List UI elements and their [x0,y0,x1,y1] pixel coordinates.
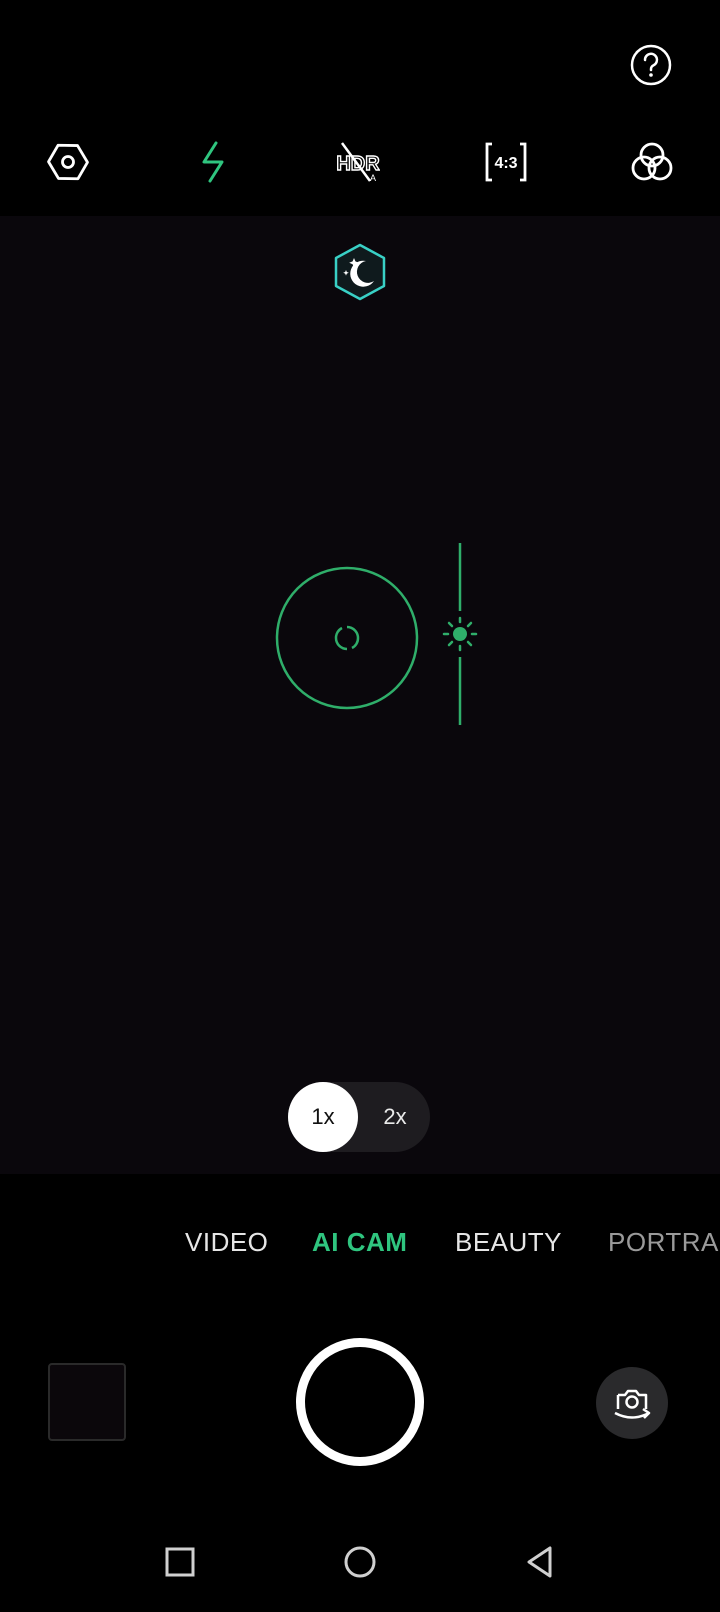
night-mode-icon[interactable] [333,243,387,301]
help-icon[interactable] [630,44,672,86]
exposure-slider-icon[interactable] [440,543,480,725]
aspect-ratio-icon[interactable]: 4:3 [484,140,528,184]
mode-portrait[interactable]: PORTRA [608,1227,719,1258]
zoom-selector: 1x 2x [288,1082,430,1152]
aspect-ratio-label: 4:3 [494,155,517,172]
zoom-2x-button[interactable]: 2x [360,1082,430,1152]
recents-icon[interactable] [162,1544,198,1580]
filters-icon[interactable] [630,140,674,184]
mode-beauty[interactable]: BEAUTY [455,1227,562,1258]
gallery-thumbnail[interactable] [48,1363,126,1441]
zoom-1x-button[interactable]: 1x [288,1082,358,1152]
mode-ai-cam[interactable]: AI CAM [312,1227,407,1258]
svg-text:A: A [370,173,376,183]
flash-icon[interactable] [192,140,236,184]
hdr-off-icon[interactable]: HDR A [336,140,380,184]
shutter-button[interactable] [296,1338,424,1466]
settings-icon[interactable] [46,140,90,184]
home-icon[interactable] [342,1544,378,1580]
switch-camera-button[interactable] [596,1367,668,1439]
focus-ring-icon [274,565,420,711]
mode-video[interactable]: VIDEO [185,1227,268,1258]
back-icon[interactable] [522,1544,558,1580]
switch-camera-icon [614,1389,651,1419]
